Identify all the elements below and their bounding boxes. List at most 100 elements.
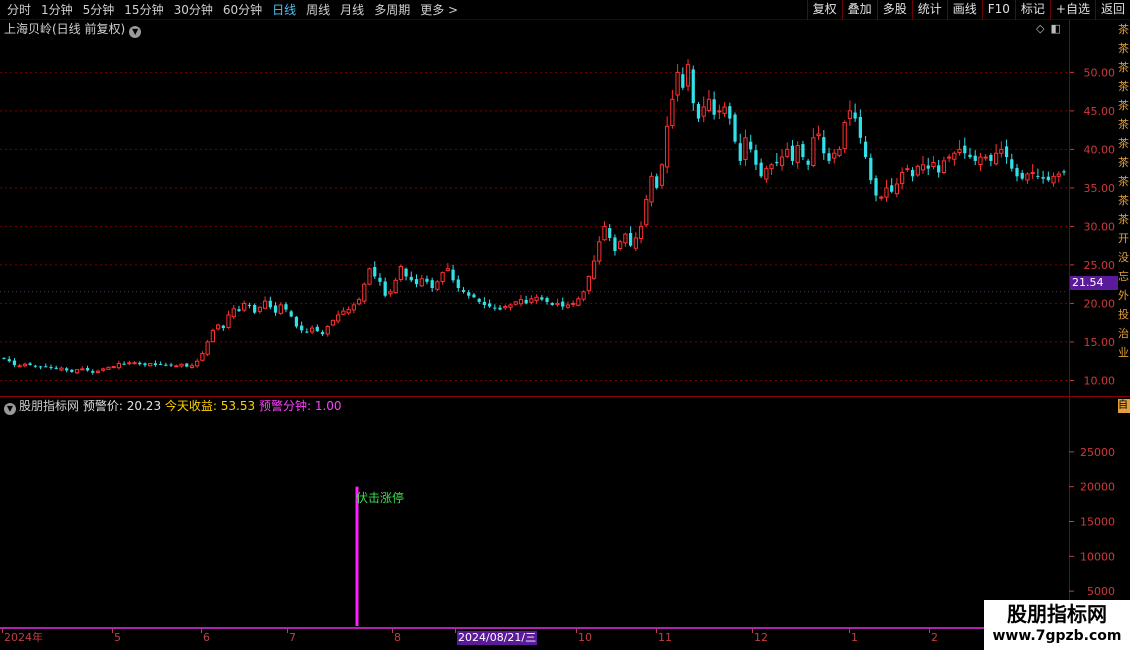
candle xyxy=(952,151,957,166)
candlestick-chart[interactable]: 10.00 15.00 20.00 25.00 30.00 35.00 40.00 45.00… xyxy=(0,20,1130,396)
today-profit-value: 53.53 xyxy=(220,399,256,413)
candle xyxy=(498,304,502,311)
candle xyxy=(983,154,988,161)
candle xyxy=(633,232,638,252)
candle-body xyxy=(905,168,910,171)
period-tab-1[interactable]: 1分钟 xyxy=(36,0,78,20)
candle xyxy=(779,149,785,171)
candle-body xyxy=(106,366,111,370)
chevron-down-icon[interactable]: ▼ xyxy=(129,26,142,38)
candle-body xyxy=(608,228,612,238)
date-tick xyxy=(112,629,113,633)
candle xyxy=(973,150,977,166)
candle-body xyxy=(915,165,920,176)
date-tick xyxy=(2,629,3,633)
tool-button-6[interactable]: 标记 xyxy=(1014,0,1050,20)
tool-button-3[interactable]: 统计 xyxy=(911,0,947,20)
top-toolbar: 分时 1分钟 5分钟 15分钟 30分钟 60分钟 日线 周线 月线 多周期 更多 > 复权 叠加 多股… xyxy=(0,0,1130,20)
period-tab-0[interactable]: 分时 xyxy=(2,0,36,20)
candle xyxy=(659,163,665,190)
candle-body xyxy=(383,281,387,296)
candle-body xyxy=(508,304,513,308)
candle-body xyxy=(273,305,278,313)
candle-body xyxy=(586,275,591,292)
indicator-name: 股朋指标网 xyxy=(19,399,80,413)
tool-button-7[interactable]: +自选 xyxy=(1049,0,1095,20)
period-tab-7[interactable]: 周线 xyxy=(301,0,335,20)
candle xyxy=(221,324,225,331)
period-tab-10[interactable]: 更多 > xyxy=(415,0,463,20)
candle xyxy=(597,236,602,265)
candle-body xyxy=(85,368,90,371)
tool-button-5[interactable]: F10 xyxy=(981,0,1015,20)
candle-body xyxy=(696,104,701,119)
candle xyxy=(378,273,382,286)
candle-body xyxy=(430,280,434,289)
candle-body xyxy=(164,364,168,366)
candle xyxy=(847,100,853,126)
candle xyxy=(116,360,121,370)
candle-body xyxy=(1025,173,1030,181)
candle-body xyxy=(937,165,941,173)
candle-body xyxy=(894,183,900,195)
alert-minute-value: 1.00 xyxy=(314,399,342,413)
candle-body xyxy=(561,301,565,307)
period-tab-9[interactable]: 多周期 xyxy=(369,0,415,20)
candle-body xyxy=(545,298,549,302)
diamond-icon[interactable]: ◇ xyxy=(1036,22,1044,35)
window-toggle-icon[interactable]: ◧ xyxy=(1050,22,1060,35)
candle-body xyxy=(38,366,43,368)
date-label: 5 xyxy=(114,631,121,644)
candle-body xyxy=(472,294,476,298)
candle xyxy=(858,109,862,144)
candle-body xyxy=(952,152,957,160)
candle xyxy=(44,363,48,368)
candle xyxy=(1051,172,1056,187)
candle xyxy=(284,302,288,313)
period-tab-6[interactable]: 日线 xyxy=(267,0,301,20)
date-label: 1 xyxy=(851,631,858,644)
candle xyxy=(127,360,132,366)
candle-body xyxy=(268,300,272,308)
chart-title: 上海贝岭(日线 前复权) ▼ xyxy=(4,22,142,38)
candle xyxy=(623,232,628,247)
candle xyxy=(226,310,231,329)
candle xyxy=(189,363,195,369)
y-tick-label: 10.00 xyxy=(1084,374,1116,387)
candle-body xyxy=(518,299,524,305)
period-tab-2[interactable]: 5分钟 xyxy=(78,0,120,20)
candle-body xyxy=(529,298,534,303)
candle xyxy=(1004,139,1009,164)
tool-button-4[interactable]: 画线 xyxy=(946,0,982,20)
signal-bar xyxy=(355,486,359,626)
tool-button-1[interactable]: 叠加 xyxy=(841,0,877,20)
date-axis[interactable]: 2024年 5 6 7 8 2024/08/21/三 10 11 12 1 2 xyxy=(0,627,1130,650)
date-tick xyxy=(392,629,393,633)
indicator-chart[interactable]: 5000 10000 15000 20000 25000 xyxy=(0,397,1130,627)
date-label: 2024年 xyxy=(4,631,43,644)
watermark-logo: 股朋指标网 www.7gpzb.com xyxy=(984,600,1130,650)
tool-button-0[interactable]: 复权 xyxy=(806,0,842,20)
candle-body xyxy=(477,298,481,302)
candle xyxy=(95,369,101,374)
candle xyxy=(586,275,591,295)
period-tab-8[interactable]: 月线 xyxy=(335,0,369,20)
period-tab-3[interactable]: 15分钟 xyxy=(119,0,168,20)
period-tab-4[interactable]: 30分钟 xyxy=(169,0,218,20)
date-tick xyxy=(929,629,930,633)
tool-button-8[interactable]: 返回 xyxy=(1094,0,1130,20)
tool-button-2[interactable]: 多股 xyxy=(876,0,912,20)
candle-body xyxy=(853,112,857,119)
candle-body xyxy=(712,99,716,115)
candle xyxy=(346,306,351,315)
candle xyxy=(237,305,241,313)
candle-body xyxy=(44,366,48,368)
candle-body xyxy=(17,365,22,368)
candle xyxy=(681,67,685,90)
period-tab-5[interactable]: 60分钟 xyxy=(218,0,267,20)
candle-body xyxy=(565,304,571,308)
candle-body xyxy=(613,237,617,252)
candle-body xyxy=(80,368,85,371)
chevron-down-icon[interactable]: ▼ xyxy=(4,403,16,415)
candle-body xyxy=(973,155,977,161)
